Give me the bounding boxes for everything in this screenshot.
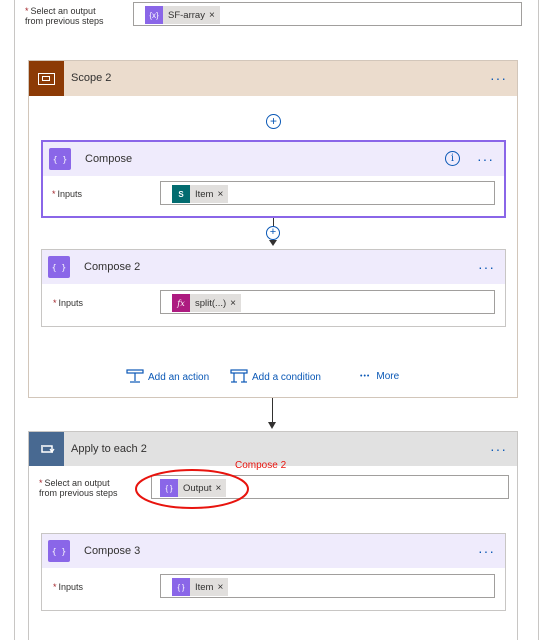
scope-menu-icon[interactable]: ··· <box>490 71 507 85</box>
add-condition-button[interactable]: Add a condition <box>230 369 321 385</box>
select-output-label: * Select an output from previous steps <box>25 6 104 26</box>
compose3-header[interactable]: { } Compose 3 ··· <box>42 534 505 568</box>
compose-card[interactable]: { } Compose i ··· * Inputs S Item × <box>41 140 506 218</box>
annotation-ellipse <box>135 469 249 509</box>
compose-inputs-field[interactable]: S Item × <box>160 181 495 205</box>
compose-menu-icon[interactable]: ··· <box>477 152 494 166</box>
remove-token-icon[interactable]: × <box>217 582 228 593</box>
compose-icon: { } <box>48 540 70 562</box>
compose-title: Compose <box>85 153 133 165</box>
scope-card: Scope 2 ··· + { } Compose i ··· * Inputs … <box>28 60 518 398</box>
scope-title: Scope 2 <box>71 72 112 84</box>
add-action-button[interactable]: Add an action <box>126 369 209 385</box>
insert-step-icon[interactable]: + <box>266 226 280 240</box>
add-action-icon <box>126 369 144 383</box>
loop-icon <box>29 432 64 466</box>
compose2-card[interactable]: { } Compose 2 ··· * Inputs fx split(...) … <box>41 249 506 327</box>
item-token[interactable]: S Item × <box>172 185 229 203</box>
more-button[interactable]: ••• More <box>360 371 399 382</box>
split-token[interactable]: fx split(...) × <box>172 294 241 312</box>
compose3-card[interactable]: { } Compose 3 ··· * Inputs { } Item × <box>41 533 506 611</box>
sf-array-token[interactable]: {x} SF-array × <box>145 6 220 24</box>
compose2-inputs-field[interactable]: fx split(...) × <box>160 290 495 314</box>
apply-to-each-card: Apply to each 2 ··· Compose 2 * Select an… <box>28 431 518 640</box>
apply-title: Apply to each 2 <box>71 443 147 455</box>
variable-icon: {x} <box>145 6 163 24</box>
remove-token-icon[interactable]: × <box>230 298 241 309</box>
select-output-field[interactable]: {x} SF-array × <box>133 2 522 26</box>
apply-select-label: * Select an output from previous steps <box>39 478 118 498</box>
remove-token-icon[interactable]: × <box>209 10 220 21</box>
compose-header[interactable]: { } Compose i ··· <box>43 142 504 176</box>
info-icon[interactable]: i <box>445 151 460 166</box>
scope-icon <box>29 61 64 96</box>
compose3-inputs-label: * Inputs <box>53 582 84 592</box>
apply-menu-icon[interactable]: ··· <box>490 442 507 456</box>
compose3-inputs-field[interactable]: { } Item × <box>160 574 495 598</box>
arrow-down-icon <box>268 422 276 429</box>
add-condition-icon <box>230 369 248 383</box>
compose2-header[interactable]: { } Compose 2 ··· <box>42 250 505 284</box>
compose-icon: { } <box>49 148 71 170</box>
compose2-inputs-label: * Inputs <box>53 298 84 308</box>
compose2-title: Compose 2 <box>84 261 141 273</box>
compose-icon: { } <box>48 256 70 278</box>
compose3-menu-icon[interactable]: ··· <box>478 544 495 558</box>
compose-inputs-label: * Inputs <box>52 189 83 199</box>
more-dots-icon: ••• <box>360 373 371 380</box>
compose2-menu-icon[interactable]: ··· <box>478 260 495 274</box>
scope-header[interactable]: Scope 2 ··· <box>29 61 517 96</box>
compose-token-icon: { } <box>172 578 190 596</box>
expression-icon: fx <box>172 294 190 312</box>
connector-line <box>272 398 273 424</box>
remove-token-icon[interactable]: × <box>217 189 228 200</box>
arrow-down-icon <box>269 240 277 246</box>
sharepoint-icon: S <box>172 185 190 203</box>
item-token[interactable]: { } Item × <box>172 578 229 596</box>
compose3-title: Compose 3 <box>84 545 141 557</box>
insert-step-icon[interactable]: + <box>266 114 281 129</box>
